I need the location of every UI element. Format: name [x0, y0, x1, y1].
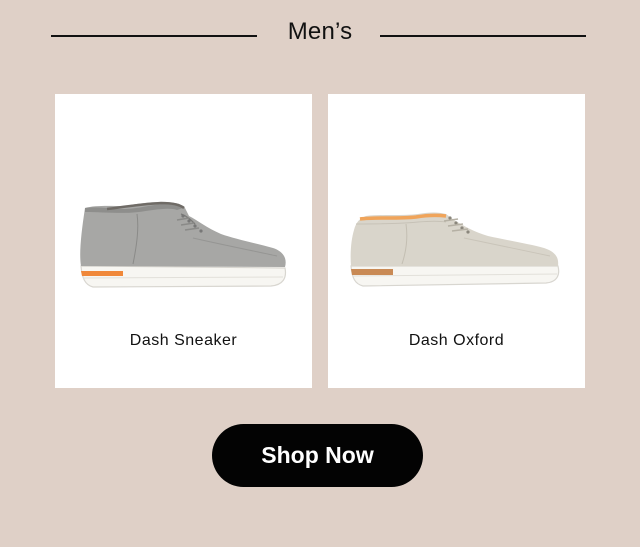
shop-now-button[interactable]: Shop Now: [212, 424, 423, 487]
gray-suede-chukka-sneaker-icon: [80, 201, 287, 288]
product-card-dash-oxford[interactable]: Dash Oxford: [328, 94, 585, 388]
header-divider-right: [380, 35, 586, 37]
product-card-dash-sneaker[interactable]: Dash Sneaker: [55, 94, 312, 388]
product-name[interactable]: Dash Sneaker: [55, 332, 312, 350]
section-title: Men’s: [287, 18, 353, 45]
beige-lace-up-oxford-icon: [350, 212, 560, 287]
section-header: Men’s: [0, 0, 640, 70]
product-name[interactable]: Dash Oxford: [328, 332, 585, 350]
